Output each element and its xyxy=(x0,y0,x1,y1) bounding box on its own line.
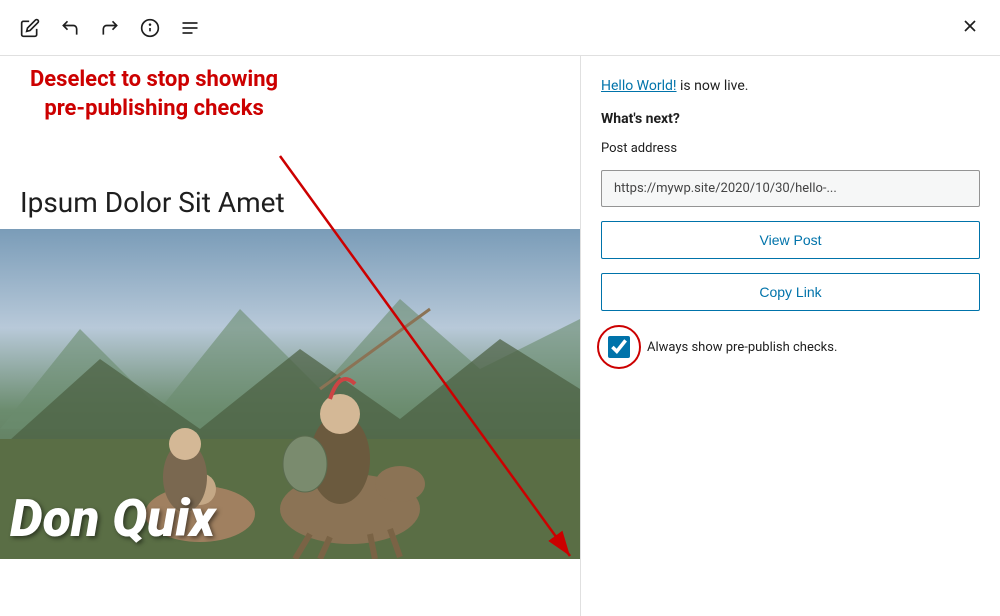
pre-publish-checkbox[interactable] xyxy=(608,336,630,358)
checkbox-label: Always show pre-publish checks. xyxy=(647,340,837,355)
copy-link-button[interactable]: Copy Link xyxy=(601,273,980,311)
checkbox-row: Always show pre-publish checks. xyxy=(601,329,980,365)
view-post-button[interactable]: View Post xyxy=(601,221,980,259)
toolbar xyxy=(0,0,1000,56)
toolbar-left xyxy=(16,14,204,42)
live-message-text: is now live. xyxy=(677,78,749,94)
annotation-line2: pre-publishing checks xyxy=(30,95,278,124)
redo-icon[interactable] xyxy=(96,14,124,42)
whats-next-heading: What's next? xyxy=(601,111,980,127)
left-panel: Deselect to stop showing pre-publishing … xyxy=(0,56,580,616)
right-panel: Hello World! is now live. What's next? P… xyxy=(580,56,1000,616)
post-address-label: Post address xyxy=(601,141,980,156)
post-title: Ipsum Dolor Sit Amet xyxy=(20,186,560,219)
main-content: Deselect to stop showing pre-publishing … xyxy=(0,56,1000,616)
live-message: Hello World! is now live. xyxy=(601,76,980,97)
painting-title-text: Don Quix xyxy=(10,488,215,549)
checkbox-container xyxy=(601,329,637,365)
info-icon[interactable] xyxy=(136,14,164,42)
pencil-icon[interactable] xyxy=(16,14,44,42)
annotation-line1: Deselect to stop showing xyxy=(30,66,278,95)
annotation: Deselect to stop showing pre-publishing … xyxy=(30,66,278,123)
post-address-section: Post address xyxy=(601,141,980,156)
list-icon[interactable] xyxy=(176,14,204,42)
hello-world-link[interactable]: Hello World! xyxy=(601,78,677,94)
post-title-area: Ipsum Dolor Sit Amet xyxy=(0,166,580,229)
post-image: Don Quix xyxy=(0,229,580,559)
painting-background: Don Quix xyxy=(0,229,580,559)
close-icon[interactable] xyxy=(956,12,984,40)
undo-icon[interactable] xyxy=(56,14,84,42)
url-field: https://mywp.site/2020/10/30/hello-... xyxy=(601,170,980,207)
